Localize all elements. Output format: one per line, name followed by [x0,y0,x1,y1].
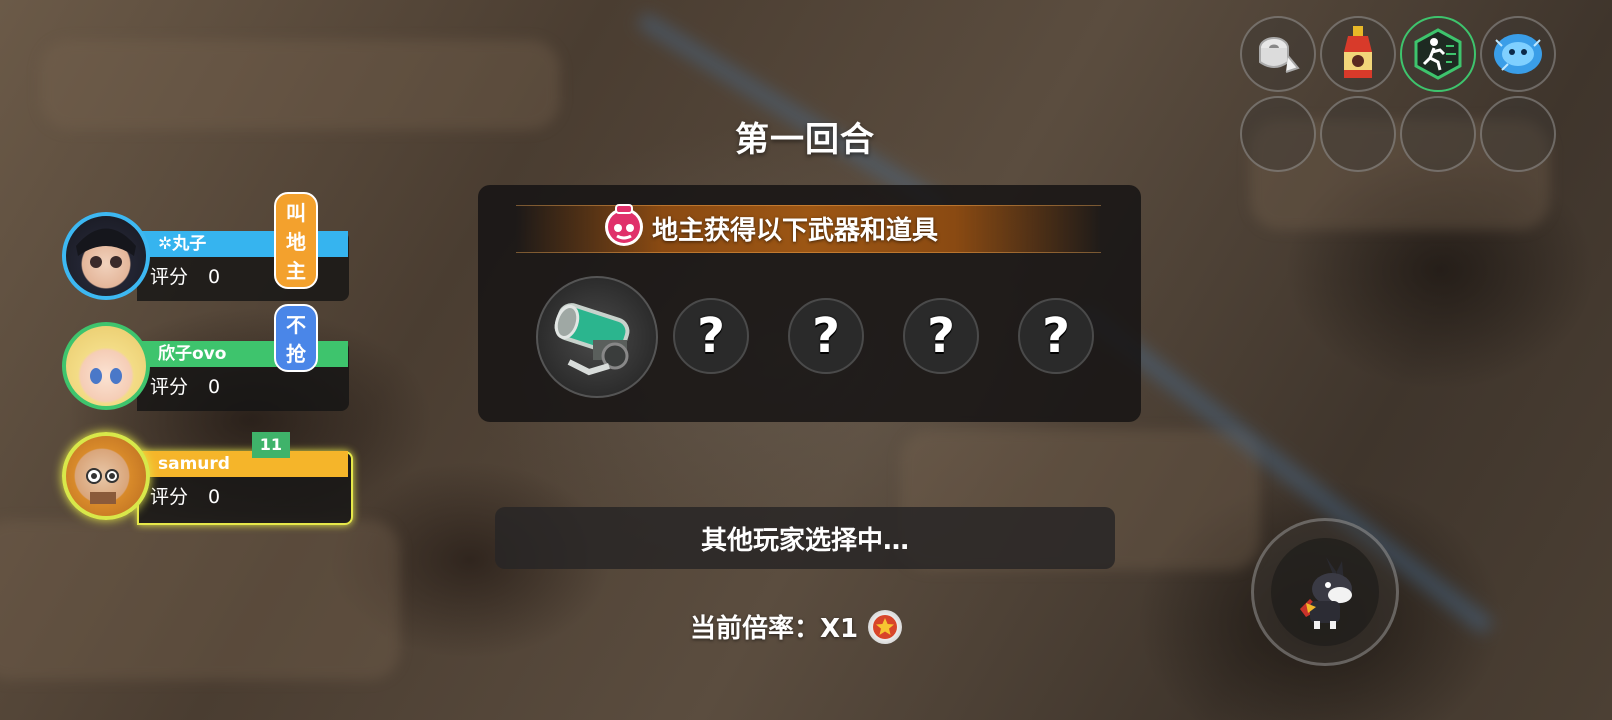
landlord-icon [605,204,643,246]
toilet-paper-icon [1259,37,1300,73]
player-avatar [62,432,150,520]
item-slot[interactable] [1320,16,1396,92]
empty-item-slot [1240,96,1316,172]
mystery-slot: ? [673,298,749,374]
reward-banner-text: 地主获得以下武器和道具 [652,216,939,246]
pet-skill-button[interactable] [1251,518,1399,666]
empty-item-slot [1320,96,1396,172]
star-badge-icon [868,609,903,644]
player-card[interactable]: 欣子ovo 评分 0 不抢 [62,304,349,414]
player-score: 评分 0 [150,486,221,508]
player-speech-bubble: 不抢 [274,304,318,372]
player-avatar [62,322,150,410]
empty-item-slot [1400,96,1476,172]
item-slot[interactable] [1480,16,1556,92]
item-slot[interactable] [1400,16,1476,92]
cannon-icon [554,303,630,376]
hot-sauce-bottle-icon [1344,26,1372,78]
running-man-icon [1414,28,1462,80]
blue-spirit-icon [1494,34,1542,74]
mystery-slot: ? [903,298,979,374]
item-slot[interactable] [1240,16,1316,92]
player-name: samurd [142,451,348,477]
multiplier-label: 当前倍率：X1 [690,614,859,644]
player-card[interactable]: ✲丸子 评分 0 叫地主 [62,192,349,304]
weapon-slot[interactable] [536,276,658,398]
mystery-slot: ? [1018,298,1094,374]
player-score: 评分 0 [150,266,221,288]
dog-pet-icon [1300,557,1352,629]
player-speech-bubble: 叫地主 [274,192,318,289]
mystery-slot: ? [788,298,864,374]
player-level-badge: 11 [251,432,290,458]
multiplier-display: 当前倍率：X1 [690,608,903,645]
pet-skill-inner [1271,538,1379,646]
player-avatar [62,212,150,300]
status-text: 其他玩家选择中… [700,525,909,556]
player-card-self[interactable]: samurd 11 评分 0 [62,432,353,525]
status-bar: 其他玩家选择中… [495,507,1115,569]
player-score: 评分 0 [150,376,221,398]
empty-item-slot [1480,96,1556,172]
round-title: 第一回合 [735,120,875,160]
